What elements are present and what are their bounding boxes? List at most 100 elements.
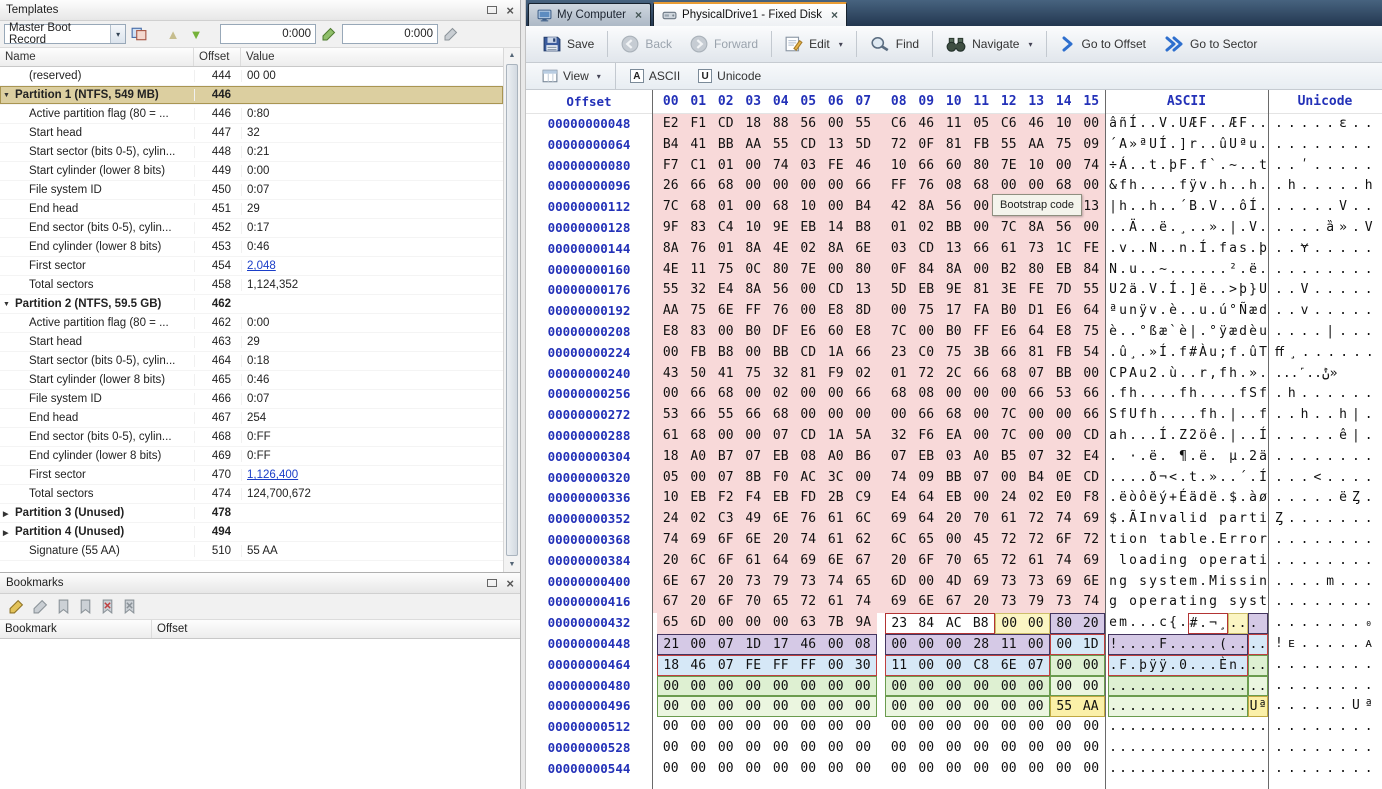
hex-byte[interactable]: FB <box>968 135 996 156</box>
hex-byte[interactable]: 1A <box>822 343 850 364</box>
unicode-text[interactable]: .h.....h <box>1268 176 1382 197</box>
hex-byte[interactable]: 00 <box>995 384 1023 405</box>
hex-byte[interactable]: 17 <box>767 634 795 655</box>
hex-byte[interactable]: 46 <box>685 655 713 676</box>
hex-byte[interactable]: EA <box>940 426 968 447</box>
hex-byte[interactable]: 00 <box>1050 655 1078 676</box>
hex-byte[interactable]: 72 <box>913 364 941 385</box>
hex-byte[interactable]: 00 <box>995 696 1023 717</box>
unicode-text[interactable]: ..Ɏ..... <box>1268 239 1382 260</box>
hex-byte[interactable]: B0 <box>740 322 768 343</box>
template-manager-button[interactable] <box>129 24 149 44</box>
hex-byte[interactable]: 00 <box>712 426 740 447</box>
goto-offset-button[interactable]: Go to Offset <box>1051 31 1155 57</box>
hex-byte[interactable]: 74 <box>767 156 795 177</box>
hex-byte[interactable]: 00 <box>1050 759 1078 780</box>
hex-byte[interactable]: 4E <box>767 239 795 260</box>
hex-byte[interactable]: B0 <box>995 301 1023 322</box>
hex-byte[interactable]: 08 <box>795 447 823 468</box>
hex-byte[interactable]: 80 <box>968 156 996 177</box>
hex-byte[interactable]: 9E <box>940 280 968 301</box>
hex-byte[interactable]: 6C <box>685 551 713 572</box>
hex-byte[interactable]: B5 <box>995 447 1023 468</box>
hex-byte[interactable]: 00 <box>767 717 795 738</box>
hex-byte[interactable]: 00 <box>657 343 685 364</box>
hex-byte[interactable]: 00 <box>968 197 996 218</box>
hex-byte[interactable]: 20 <box>968 592 996 613</box>
hex-byte[interactable]: C9 <box>850 488 878 509</box>
hex-byte[interactable]: 45 <box>968 530 996 551</box>
hex-byte[interactable]: 80 <box>1023 260 1051 281</box>
hex-byte[interactable]: 68 <box>712 176 740 197</box>
hex-byte[interactable]: 00 <box>968 696 996 717</box>
hex-byte[interactable]: E0 <box>1050 488 1078 509</box>
template-row[interactable]: End cylinder (lower 8 bits)4690:FF <box>0 447 503 466</box>
hex-byte[interactable]: 00 <box>1023 613 1051 634</box>
unicode-text[interactable]: ....|... <box>1268 322 1382 343</box>
hex-byte[interactable]: E6 <box>995 322 1023 343</box>
hex-byte[interactable]: 6E <box>850 239 878 260</box>
hex-byte[interactable]: 74 <box>822 572 850 593</box>
hex-byte[interactable]: 20 <box>885 551 913 572</box>
hex-byte[interactable]: 32 <box>885 426 913 447</box>
hex-byte[interactable]: 6F <box>1050 530 1078 551</box>
hex-byte[interactable]: 23 <box>885 613 913 634</box>
hex-byte[interactable]: F8 <box>1078 488 1106 509</box>
hex-byte[interactable]: 00 <box>1023 676 1051 697</box>
hex-byte[interactable]: 23 <box>885 343 913 364</box>
hex-byte[interactable]: BB <box>940 468 968 489</box>
hex-byte[interactable]: 00 <box>885 301 913 322</box>
hex-byte[interactable]: 18 <box>740 114 768 135</box>
hex-byte[interactable]: 13 <box>850 280 878 301</box>
hex-byte[interactable]: 00 <box>885 738 913 759</box>
hex-byte[interactable]: 73 <box>1023 239 1051 260</box>
hex-byte[interactable]: 07 <box>740 447 768 468</box>
hex-byte[interactable]: 67 <box>940 592 968 613</box>
templates-scrollbar[interactable]: ▲ ▼ <box>503 48 520 572</box>
hex-byte[interactable]: 00 <box>822 717 850 738</box>
hex-byte[interactable]: 0F <box>885 260 913 281</box>
hex-byte[interactable]: 69 <box>885 509 913 530</box>
hex-byte[interactable]: B2 <box>995 260 1023 281</box>
template-row[interactable]: File system ID4660:07 <box>0 390 503 409</box>
hex-byte[interactable]: AC <box>940 613 968 634</box>
unicode-text[interactable]: ...˹..ݨ» <box>1268 364 1382 385</box>
hex-byte[interactable]: 00 <box>740 613 768 634</box>
unicode-text[interactable]: ........ <box>1268 759 1382 780</box>
hex-byte[interactable]: EB <box>913 280 941 301</box>
hex-byte[interactable]: 8A <box>740 239 768 260</box>
ascii-text[interactable]: ng system.Missin <box>1105 572 1268 593</box>
hex-byte[interactable]: 00 <box>850 405 878 426</box>
hex-byte[interactable]: B6 <box>850 447 878 468</box>
hex-byte[interactable]: 14 <box>822 218 850 239</box>
hex-byte[interactable]: BB <box>1050 364 1078 385</box>
add-bookmark-button[interactable] <box>9 599 24 614</box>
ascii-text[interactable]: |h..h..´B.V..ôÍ. <box>1105 197 1268 218</box>
hex-byte[interactable]: 00 <box>940 530 968 551</box>
hex-byte[interactable]: 01 <box>712 239 740 260</box>
unicode-text[interactable]: ﬀ¸...... <box>1268 343 1382 364</box>
unicode-text[interactable]: .......₀ <box>1268 613 1382 634</box>
template-row[interactable]: Start sector (bits 0-5), cylin...4480:21 <box>0 143 503 162</box>
hex-byte[interactable]: 00 <box>1023 717 1051 738</box>
scroll-up-icon[interactable]: ▲ <box>504 48 520 63</box>
unicode-text[interactable]: !ᴇ.....ᴀ <box>1268 634 1382 655</box>
hex-byte[interactable]: EB <box>685 488 713 509</box>
hex-byte[interactable]: AA <box>657 301 685 322</box>
hex-byte[interactable]: 00 <box>850 738 878 759</box>
hex-byte[interactable]: 00 <box>885 634 913 655</box>
column-header-name[interactable]: Name <box>0 48 194 66</box>
hex-byte[interactable]: EB <box>940 488 968 509</box>
hex-byte[interactable]: 00 <box>1050 405 1078 426</box>
hex-byte[interactable]: 00 <box>740 176 768 197</box>
hex-byte[interactable]: FE <box>1078 239 1106 260</box>
hex-byte[interactable]: AA <box>1078 696 1106 717</box>
hex-byte[interactable]: 00 <box>940 738 968 759</box>
unicode-text[interactable]: .....V.. <box>1268 197 1382 218</box>
template-row[interactable]: ▼Partition 2 (NTFS, 59.5 GB)462 <box>0 295 503 314</box>
hex-byte[interactable]: 5A <box>850 426 878 447</box>
hex-byte[interactable]: 76 <box>913 176 941 197</box>
hex-byte[interactable]: C0 <box>913 343 941 364</box>
hex-byte[interactable]: 4D <box>940 572 968 593</box>
hex-byte[interactable]: 00 <box>968 405 996 426</box>
